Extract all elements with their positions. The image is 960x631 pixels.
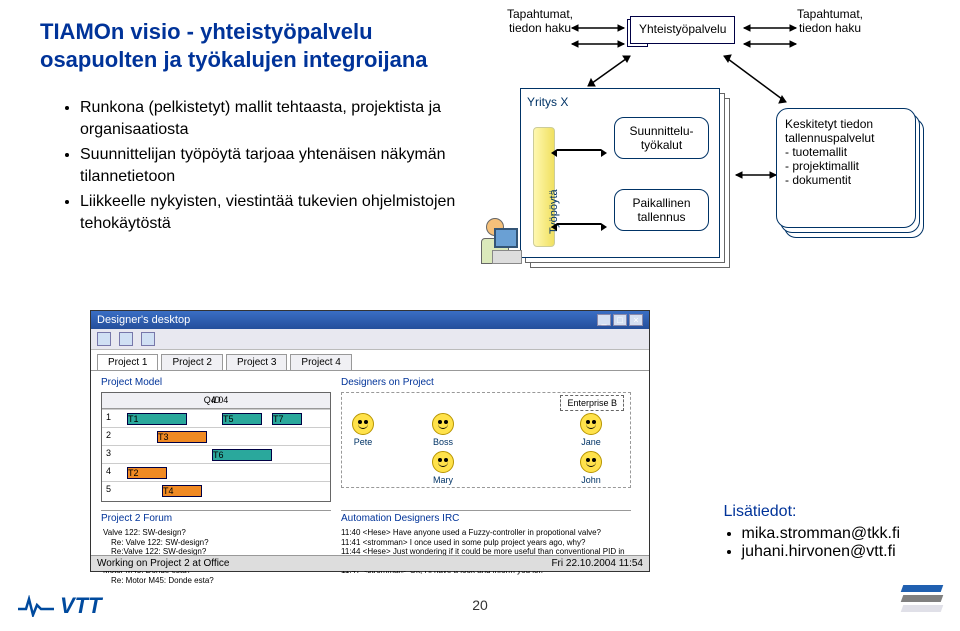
gantt-bar: T1 [127, 413, 187, 425]
smiley-icon [580, 413, 602, 435]
page-number: 20 [472, 597, 488, 613]
gantt-bar: T5 [222, 413, 262, 425]
corner-logo [902, 581, 948, 621]
irc-line: 11:40 <Hese> Have anyone used a Fuzzy-co… [341, 528, 631, 538]
design-tools-box: Suunnittelu- työkalut [614, 117, 709, 159]
toolbar [91, 329, 649, 350]
gantt-bar: T7 [272, 413, 302, 425]
smiley-icon [352, 413, 374, 435]
window-title: Designer's desktop [97, 314, 190, 326]
designers-title: Designers on Project [341, 377, 631, 388]
bullet-item: Liikkeelle nykyisten, viestintää tukevie… [80, 191, 470, 234]
central-item: - tuotemallit [785, 145, 907, 159]
architecture-diagram: Tapahtumat, tiedon haku Yhteistyöpalvelu… [460, 8, 940, 288]
user-icon [470, 218, 520, 278]
designers-panel: Enterprise B Pete Boss Mary Jane John [341, 392, 631, 488]
tab-project2[interactable]: Project 2 [161, 354, 222, 370]
gantt-bar: T2 [127, 467, 167, 479]
title-line2: osapuolten ja työkalujen integroijana [40, 47, 428, 72]
forum-line: Re: Valve 122: SW-design? [101, 538, 331, 548]
toolbar-icon[interactable] [141, 332, 155, 346]
tab-project3[interactable]: Project 3 [226, 354, 287, 370]
contact-info: Lisätiedot: mika.stromman@tkk.fi juhani.… [724, 503, 900, 561]
arrow-icon [557, 223, 601, 225]
tab-project1[interactable]: Project 1 [97, 354, 158, 370]
events-label-right: Tapahtumat, tiedon haku [790, 8, 870, 36]
status-left: Working on Project 2 at Office [97, 558, 229, 569]
toolbar-icon[interactable] [97, 332, 111, 346]
tab-project4[interactable]: Project 4 [290, 354, 351, 370]
minimize-icon[interactable]: _ [597, 314, 611, 326]
contact-email: juhani.hirvonen@vtt.fi [742, 543, 900, 561]
status-right: Fri 22.10.2004 11:54 [551, 558, 643, 569]
smiley-icon [432, 413, 454, 435]
project-tabs: Project 1 Project 2 Project 3 Project 4 [91, 350, 649, 370]
project-model-title: Project Model [101, 377, 331, 388]
irc-line: 11:41 <stromman> I once used in some pul… [341, 538, 631, 548]
maximize-icon[interactable]: □ [613, 314, 627, 326]
central-item: - projektimallit [785, 159, 907, 173]
central-services-stack: Keskitetyt tiedon tallennuspalvelut - tu… [776, 108, 926, 248]
vtt-logo: VTT [18, 593, 102, 619]
gantt-bar: T4 [162, 485, 202, 497]
arrow-icon [557, 149, 601, 151]
forum-line: Valve 122: SW-design? [101, 528, 331, 538]
title-line1: TIAMOn visio - yhteistyöpalvelu [40, 19, 373, 44]
forum-line: Re: Motor M45: Donde esta? [101, 576, 331, 586]
enterprise-box: Enterprise B [560, 395, 624, 411]
info-label: Lisätiedot: [724, 503, 797, 520]
collab-service-box: Yhteistyöpalvelu [630, 16, 735, 44]
close-icon[interactable]: × [629, 314, 643, 326]
central-title: Keskitetyt tiedon tallennuspalvelut [785, 117, 907, 145]
company-stack: Yritys X Työpöytä Suunnittelu- työkalut … [520, 88, 732, 270]
smiley-icon [580, 451, 602, 473]
local-storage-box: Paikallinen tallennus [614, 189, 709, 231]
bullet-item: Runkona (pelkistetyt) mallit tehtaasta, … [80, 97, 470, 140]
irc-title: Automation Designers IRC [341, 513, 631, 524]
toolbar-icon[interactable] [119, 332, 133, 346]
company-label: Yritys X [527, 95, 713, 109]
forum-title: Project 2 Forum [101, 513, 331, 524]
gantt-bar: T3 [157, 431, 207, 443]
designer-desktop-window: Designer's desktop _ □ × Project 1 Proje… [90, 310, 650, 572]
smiley-icon [432, 451, 454, 473]
gantt-chart: IDQ4 04 1 T1 T5 T7 2 T3 3 T6 4 T2 [101, 392, 331, 502]
contact-email: mika.stromman@tkk.fi [742, 525, 900, 543]
bullet-item: Suunnittelijan työpöytä tarjoaa yhtenäis… [80, 144, 470, 187]
central-item: - dokumentit [785, 173, 907, 187]
gantt-bar: T6 [212, 449, 272, 461]
bullet-list: Runkona (pelkistetyt) mallit tehtaasta, … [40, 97, 470, 235]
